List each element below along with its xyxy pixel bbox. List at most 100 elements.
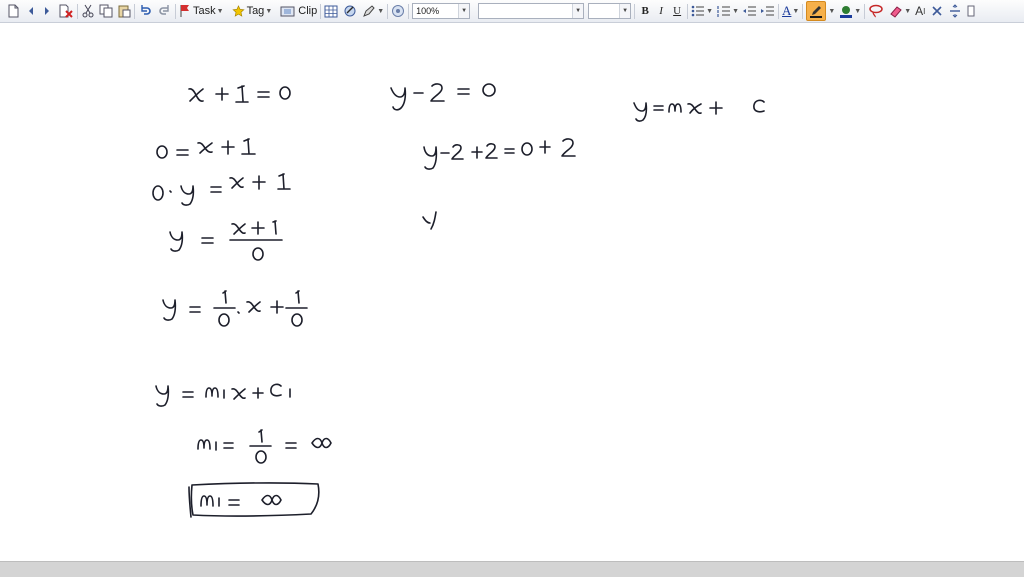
toolbar-separator (77, 3, 78, 19)
pen-color-dropdown-arrow[interactable]: ▼ (828, 8, 835, 15)
split-icon (950, 4, 961, 18)
forward-icon (45, 7, 49, 15)
indent-icon (761, 6, 775, 16)
flag-icon (180, 5, 189, 17)
tag-button[interactable]: Tag ▼ (231, 2, 272, 20)
format-button[interactable]: A I (915, 2, 925, 20)
text-style-button[interactable]: A ▼ (782, 2, 799, 20)
copy-button[interactable] (99, 2, 113, 20)
bold-button[interactable]: B (638, 2, 652, 20)
font-family-select[interactable]: ▼ (478, 3, 585, 19)
cut-button[interactable] (81, 2, 95, 20)
task-button[interactable]: Task ▼ (179, 2, 224, 20)
cut-icon (82, 4, 94, 18)
ink-equation-y-minus-2-eq-0 (390, 83, 496, 111)
font-size-select[interactable]: ▼ (588, 3, 632, 19)
eraser-dropdown-arrow[interactable]: ▼ (904, 8, 911, 15)
zoom-dropdown-arrow[interactable]: ▼ (458, 4, 470, 18)
back-button[interactable] (26, 2, 36, 20)
close-button[interactable] (931, 2, 943, 20)
back-icon (29, 7, 33, 15)
toolbar-separator (687, 3, 689, 19)
toolbar-separator (134, 3, 135, 19)
copy-icon (99, 4, 113, 18)
overflow-icon (967, 5, 975, 17)
bottom-scrollbar[interactable] (0, 561, 1024, 577)
font-color-button[interactable]: ▼ (839, 2, 861, 20)
overflow-button[interactable] (967, 2, 975, 20)
toolbar-separator (408, 3, 410, 19)
ink-equation-y-minus-2-plus-2-eq-0-plus-2 (423, 138, 576, 170)
ink-partial-y (422, 211, 437, 230)
new-page-icon (8, 4, 19, 18)
font-family-dropdown-arrow[interactable]: ▼ (572, 4, 584, 18)
ink-equation-0-eq-x-plus-1 (156, 138, 256, 159)
lasso-icon (869, 4, 883, 18)
clip-icon (280, 6, 295, 16)
ink-equation-x-plus-1-eq-0 (188, 85, 291, 103)
paste-icon (118, 5, 131, 18)
delete-page-icon (59, 4, 73, 18)
pen-color-button[interactable] (806, 1, 827, 21)
insert-icon (344, 5, 356, 17)
note-canvas[interactable] (0, 23, 1024, 561)
format-icon: A (915, 4, 924, 18)
task-label: Task (193, 5, 216, 17)
zoom-value: 100% (416, 6, 440, 16)
main-toolbar: Task ▼ Tag ▼ Clip ▼ 100% ▼ ▼ ▼ B I U ▼ ▼… (0, 0, 1024, 23)
handwritten-ink (152, 83, 765, 518)
delete-page-button[interactable] (58, 2, 74, 20)
text-style-label: A (782, 3, 792, 18)
ink-equation-y-eq-1-over-0-x-plus-1-over-0 (162, 290, 308, 327)
text-style-dropdown-arrow[interactable]: ▼ (792, 8, 799, 15)
snapshot-button[interactable] (391, 2, 405, 20)
tag-label: Tag (246, 5, 265, 17)
new-page-button[interactable] (6, 2, 20, 20)
numbering-button[interactable]: ▼ (717, 2, 739, 20)
pen-color-icon (810, 6, 823, 18)
underline-button[interactable]: U (670, 2, 684, 20)
eraser-icon (890, 6, 902, 18)
numbering-dropdown-arrow[interactable]: ▼ (732, 8, 739, 15)
clip-button[interactable]: Clip (280, 2, 317, 20)
toolbar-separator (320, 3, 322, 19)
undo-button[interactable] (138, 2, 152, 20)
italic-button[interactable]: I (654, 2, 668, 20)
pen-button[interactable]: ▼ (362, 2, 384, 20)
toolbar-separator (634, 3, 636, 19)
ink-equation-y-eq-x-plus-1-over-0 (169, 220, 283, 261)
outdent-button[interactable] (743, 2, 757, 20)
toolbar-separator (802, 3, 804, 19)
ink-equation-m1-eq-1-over-0-eq-infinity (197, 429, 332, 464)
toolbar-separator (778, 3, 780, 19)
lasso-button[interactable] (868, 2, 884, 20)
format-sub-icon: I (923, 6, 926, 16)
table-button[interactable] (324, 2, 338, 20)
insert-button[interactable] (343, 2, 357, 20)
tag-dropdown-arrow[interactable]: ▼ (265, 8, 272, 15)
outdent-icon (743, 6, 757, 16)
ink-boxed-result-m1-eq-infinity (188, 482, 320, 518)
zoom-select[interactable]: 100% ▼ (412, 3, 471, 19)
eraser-button[interactable]: ▼ (889, 2, 911, 20)
pen-icon (363, 5, 375, 17)
split-button[interactable] (949, 2, 961, 20)
bullets-dropdown-arrow[interactable]: ▼ (706, 8, 713, 15)
redo-icon (159, 5, 169, 15)
bullets-button[interactable]: ▼ (691, 2, 713, 20)
indent-button[interactable] (761, 2, 775, 20)
paste-button[interactable] (117, 2, 131, 20)
clip-label: Clip (298, 5, 318, 17)
font-color-dropdown-arrow[interactable]: ▼ (854, 8, 861, 15)
task-dropdown-arrow[interactable]: ▼ (217, 8, 224, 15)
ink-equation-0y-eq-x-plus-1 (152, 173, 291, 206)
snapshot-icon (392, 5, 405, 17)
undo-icon (141, 5, 151, 15)
font-size-dropdown-arrow[interactable]: ▼ (619, 4, 631, 18)
font-color-icon (840, 6, 853, 18)
table-icon (324, 5, 338, 17)
redo-button[interactable] (158, 2, 172, 20)
bullets-icon (691, 5, 705, 17)
pen-dropdown-arrow[interactable]: ▼ (377, 8, 384, 15)
forward-button[interactable] (42, 2, 52, 20)
